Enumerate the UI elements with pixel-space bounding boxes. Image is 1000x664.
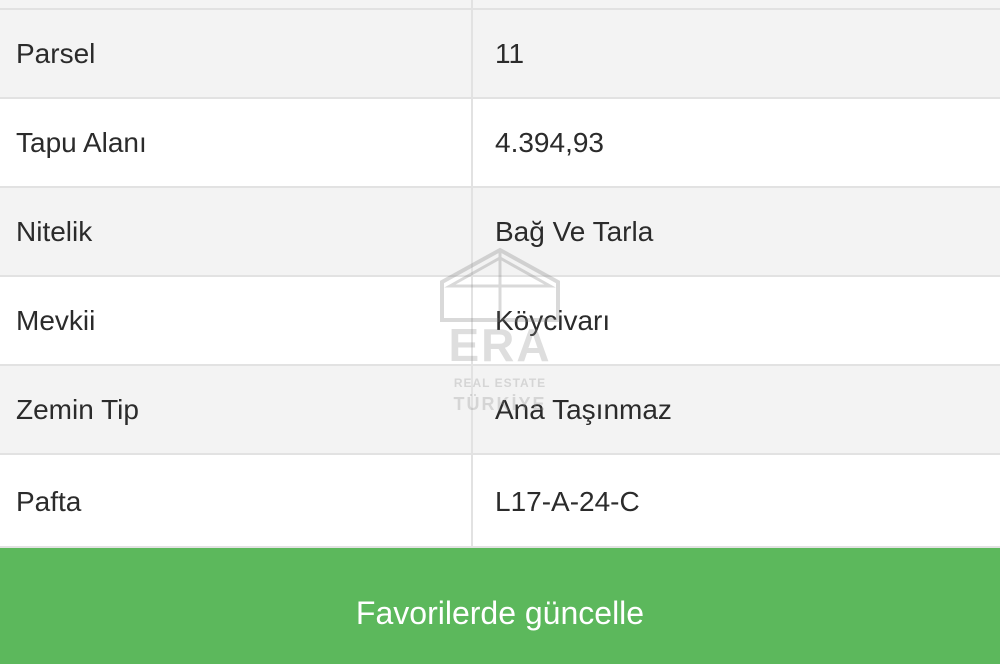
row-value: L17-A-24-C [495, 486, 640, 517]
table-row: Pafta L17-A-24-C [0, 455, 1000, 548]
column-divider [471, 188, 473, 275]
row-label: Zemin Tip [16, 394, 139, 425]
row-label: Tapu Alanı [16, 127, 147, 158]
column-divider [471, 277, 473, 364]
column-divider [471, 455, 473, 548]
table-row: Nitelik Bağ Ve Tarla [0, 188, 1000, 277]
previous-row-edge [0, 0, 1000, 10]
row-label: Parsel [16, 38, 96, 69]
row-value: Ana Taşınmaz [495, 394, 672, 425]
column-divider [471, 0, 473, 10]
row-label: Mevkii [16, 305, 96, 336]
row-label: Pafta [16, 486, 82, 517]
table-row: Parsel 11 [0, 10, 1000, 99]
update-favorites-button[interactable]: Favorilerde güncelle [0, 548, 1000, 664]
row-value: Bağ Ve Tarla [495, 216, 654, 247]
row-value: Köycivarı [495, 305, 611, 336]
row-value: 11 [495, 38, 525, 69]
column-divider [471, 99, 473, 186]
column-divider [471, 366, 473, 453]
listing-details-page: Parsel 11 Tapu Alanı 4.394,93 Nitelik Ba… [0, 0, 1000, 664]
table-row: Tapu Alanı 4.394,93 [0, 99, 1000, 188]
column-divider [471, 10, 473, 97]
table-row: Zemin Tip Ana Taşınmaz [0, 366, 1000, 455]
row-value: 4.394,93 [495, 127, 604, 158]
row-label: Nitelik [16, 216, 93, 247]
table-row: Mevkii Köycivarı [0, 277, 1000, 366]
